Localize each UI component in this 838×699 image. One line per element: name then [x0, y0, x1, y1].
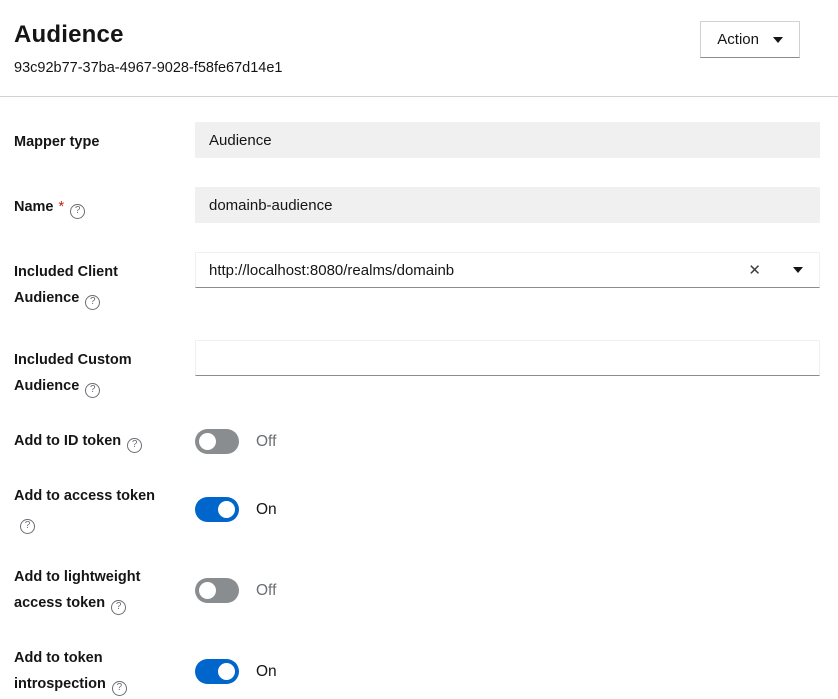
mapper-details-page: Audience 93c92b77-37ba-4967-9028-f58fe67…: [0, 0, 838, 697]
form-row-mapper-type: Mapper type: [14, 122, 820, 158]
add-to-access-token-toggle[interactable]: [195, 497, 239, 522]
included-client-audience-value: http://localhost:8080/realms/domainb: [209, 262, 736, 279]
add-to-id-token-field: Off: [195, 428, 820, 454]
add-to-lightweight-access-token-field: Off: [195, 564, 820, 616]
action-dropdown-label: Action: [717, 31, 759, 48]
included-custom-audience-label-col: Included Custom Audience?: [14, 340, 195, 399]
help-icon[interactable]: ?: [112, 681, 127, 696]
form-row-add-to-id-token: Add to ID token? Off: [14, 428, 820, 454]
help-icon[interactable]: ?: [111, 600, 126, 615]
name-label: Name: [14, 199, 54, 215]
add-to-id-token-state: Off: [256, 433, 276, 451]
help-icon[interactable]: ?: [127, 438, 142, 453]
add-to-token-introspection-label-col: Add to token introspection?: [14, 645, 195, 697]
included-custom-audience-label: Included Custom Audience: [14, 352, 132, 394]
add-to-id-token-label-col: Add to ID token?: [14, 428, 195, 454]
add-to-access-token-label-col: Add to access token?: [14, 483, 195, 535]
help-icon[interactable]: ?: [85, 383, 100, 398]
add-to-token-introspection-field: On: [195, 645, 820, 697]
page-header: Audience 93c92b77-37ba-4967-9028-f58fe67…: [0, 0, 838, 96]
included-custom-audience-field: [195, 340, 820, 399]
help-icon[interactable]: ?: [20, 519, 35, 534]
form-row-included-custom-audience: Included Custom Audience?: [14, 340, 820, 399]
add-to-id-token-label: Add to ID token: [14, 433, 121, 449]
add-to-lightweight-access-token-label-col: Add to lightweight access token?: [14, 564, 195, 616]
close-icon: ✕: [748, 262, 761, 279]
select-toggle-button[interactable]: [787, 253, 819, 287]
help-icon[interactable]: ?: [70, 204, 85, 219]
add-to-id-token-toggle[interactable]: [195, 429, 239, 454]
form-row-add-to-lightweight-access-token: Add to lightweight access token? Off: [14, 564, 820, 616]
caret-down-icon: [773, 37, 783, 43]
mapper-type-label-col: Mapper type: [14, 122, 195, 158]
action-dropdown-button[interactable]: Action: [700, 21, 800, 58]
form-row-name: Name *?: [14, 187, 820, 223]
add-to-access-token-state: On: [256, 501, 277, 519]
mapper-type-field: [195, 122, 820, 158]
add-to-token-introspection-state: On: [256, 663, 277, 681]
add-to-access-token-label: Add to access token: [14, 488, 155, 504]
add-to-token-introspection-toggle[interactable]: [195, 659, 239, 684]
mapper-id: 93c92b77-37ba-4967-9028-f58fe67d14e1: [14, 60, 282, 76]
form-row-included-client-audience: Included Client Audience? http://localho…: [14, 252, 820, 311]
mapper-form: Mapper type Name *? Included Client Audie…: [0, 97, 838, 697]
add-to-lightweight-access-token-toggle[interactable]: [195, 578, 239, 603]
included-client-audience-select[interactable]: http://localhost:8080/realms/domainb ✕: [195, 252, 820, 288]
add-to-token-introspection-label: Add to token introspection: [14, 650, 106, 692]
form-row-add-to-access-token: Add to access token? On: [14, 483, 820, 535]
mapper-type-input: [195, 122, 820, 158]
toggle-knob: [199, 582, 216, 599]
caret-down-icon: [793, 267, 803, 273]
form-row-add-to-token-introspection: Add to token introspection? On: [14, 645, 820, 697]
mapper-type-label: Mapper type: [14, 134, 99, 150]
help-icon[interactable]: ?: [85, 295, 100, 310]
page-header-text: Audience 93c92b77-37ba-4967-9028-f58fe67…: [14, 21, 282, 76]
name-label-col: Name *?: [14, 187, 195, 223]
name-field: [195, 187, 820, 223]
clear-selection-button[interactable]: ✕: [736, 261, 773, 279]
name-input: [195, 187, 820, 223]
toggle-knob: [199, 433, 216, 450]
toggle-knob: [218, 501, 235, 518]
page-title: Audience: [14, 21, 282, 49]
included-client-audience-label-col: Included Client Audience?: [14, 252, 195, 311]
add-to-access-token-field: On: [195, 483, 820, 535]
required-asterisk: *: [59, 199, 65, 215]
add-to-lightweight-access-token-state: Off: [256, 582, 276, 600]
included-custom-audience-input[interactable]: [195, 340, 820, 376]
toggle-knob: [218, 663, 235, 680]
included-client-audience-label: Included Client Audience: [14, 264, 118, 306]
